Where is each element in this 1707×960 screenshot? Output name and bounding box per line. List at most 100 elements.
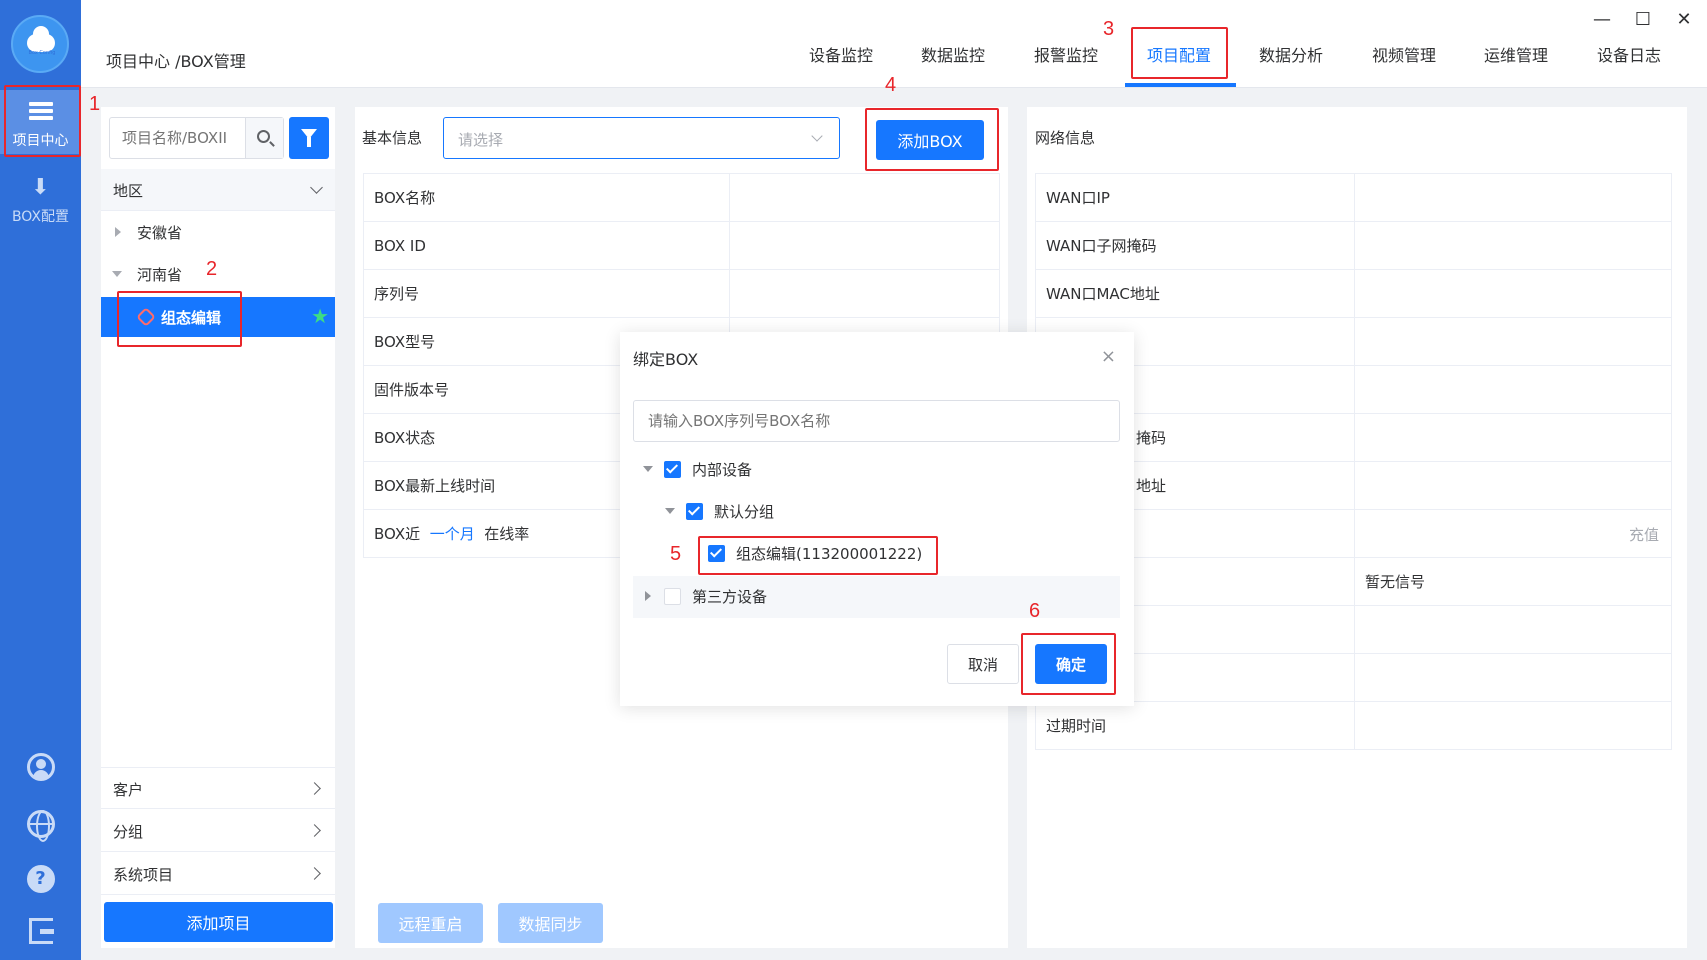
field-label: WAN口IP [1035, 173, 1355, 222]
add-project-button[interactable]: 添加项目 [104, 902, 333, 942]
tab-project-config[interactable]: 项目配置 [1147, 42, 1211, 66]
project-search-box [109, 117, 284, 159]
field-label: 过期时间 [1035, 701, 1355, 750]
field-label: 序列号 [363, 269, 730, 318]
checkbox-unchecked[interactable] [664, 588, 681, 605]
bind-box-dialog: 绑定BOX × 内部设备 默认分组 组态编辑(113200001222) 第三方… [620, 332, 1134, 706]
tree-item-henan[interactable]: 河南省 [101, 254, 335, 294]
field-value [729, 173, 1000, 222]
system-project-accordion[interactable]: 系统项目 [101, 853, 335, 895]
tree-node-default-group[interactable]: 默认分组 [633, 491, 1120, 533]
search-button[interactable] [245, 118, 283, 158]
caret-down-icon [643, 466, 653, 472]
box-select[interactable]: 请选择 [443, 117, 840, 159]
user-button[interactable] [0, 753, 81, 785]
tab-data-monitor[interactable]: 数据监控 [921, 42, 985, 66]
field-value [1354, 317, 1672, 366]
rail-item-box-config[interactable]: ⬇ BOX配置 [0, 176, 81, 236]
breadcrumb: 项目中心 /BOX管理 [106, 52, 246, 71]
remote-restart-button[interactable]: 远程重启 [378, 903, 483, 943]
close-icon[interactable]: ✕ [1672, 8, 1696, 32]
field-value [1354, 413, 1672, 462]
tree-item-project-selected[interactable]: 组态编辑 ★ [101, 297, 335, 337]
tree-node-third-party[interactable]: 第三方设备 [633, 576, 1120, 618]
basic-info-label: 基本信息 [362, 129, 423, 147]
filter-button[interactable] [289, 117, 329, 159]
dialog-title: 绑定BOX [633, 350, 699, 369]
field-label: BOX名称 [363, 173, 730, 222]
field-value [1354, 701, 1672, 750]
app-window: Box Config 项目中心 ⬇ BOX配置 ? 项目中心 /BOX管理 设备… [0, 0, 1707, 960]
globe-icon [26, 810, 55, 842]
section-label: 分组 [113, 823, 144, 841]
tab-device-monitor[interactable]: 设备监控 [809, 42, 873, 66]
tab-device-log[interactable]: 设备日志 [1597, 42, 1661, 66]
network-info-label: 网络信息 [1035, 129, 1096, 147]
cancel-button[interactable]: 取消 [947, 644, 1019, 684]
checkbox-checked[interactable] [664, 461, 681, 478]
maximize-icon[interactable]: ☐ [1631, 8, 1655, 32]
field-label: WAN口子网掩码 [1035, 221, 1355, 270]
rail-item-label: BOX配置 [11, 209, 70, 225]
tree-item-label: 组态编辑 [161, 309, 222, 327]
field-value [729, 221, 1000, 270]
minimize-icon[interactable]: — [1590, 8, 1614, 32]
help-button[interactable]: ? [0, 865, 81, 893]
add-box-button[interactable]: 添加BOX [876, 120, 984, 160]
checkbox-checked[interactable] [708, 545, 725, 562]
logo-text: Box Config [28, 50, 56, 56]
tab-ops-manage[interactable]: 运维管理 [1484, 42, 1548, 66]
tab-video-manage[interactable]: 视频管理 [1372, 42, 1436, 66]
field-value [1354, 173, 1672, 222]
online-rate-period-link[interactable]: 一个月 [430, 525, 475, 543]
signal-value: 暂无信号 [1354, 557, 1672, 606]
download-icon: ⬇ [31, 175, 50, 200]
annotation-number: 3 [1103, 18, 1115, 40]
tab-alarm-monitor[interactable]: 报警监控 [1034, 42, 1098, 66]
dialog-search-box [633, 400, 1120, 442]
group-accordion[interactable]: 分组 [101, 810, 335, 852]
table-row: 序列号 [363, 269, 1000, 318]
select-placeholder: 请选择 [458, 131, 504, 149]
online-rate-prefix: BOX近 [374, 525, 421, 543]
exit-icon [28, 918, 54, 944]
annotation-number: 2 [206, 258, 218, 280]
tree-node-box-item[interactable]: 组态编辑(113200001222) [633, 533, 1120, 575]
online-rate-suffix: 在线率 [484, 525, 530, 543]
tree-node-label: 第三方设备 [692, 588, 768, 606]
tree-item-anhui[interactable]: 安徽省 [101, 212, 335, 252]
field-value: 充值 [1354, 509, 1672, 558]
tree-node-label: 内部设备 [692, 461, 753, 479]
rail-item-label: 项目中心 [12, 133, 69, 149]
section-label: 客户 [113, 781, 144, 799]
help-icon: ? [26, 865, 55, 893]
caret-down-icon [665, 508, 675, 514]
customer-accordion[interactable]: 客户 [101, 767, 335, 809]
exit-button[interactable] [0, 918, 81, 948]
field-value [1354, 221, 1672, 270]
project-search-input[interactable] [110, 118, 246, 158]
field-label: WAN口MAC地址 [1035, 269, 1355, 318]
section-label: 系统项目 [113, 866, 174, 884]
box-search-input[interactable] [634, 401, 1119, 441]
star-icon[interactable]: ★ [311, 304, 329, 328]
recharge-link[interactable]: 充值 [1629, 524, 1659, 545]
region-accordion[interactable]: 地区 [101, 169, 335, 211]
data-sync-button[interactable]: 数据同步 [498, 903, 603, 943]
language-button[interactable] [0, 810, 81, 842]
chevron-down-icon [310, 181, 323, 194]
tree-item-label: 河南省 [137, 266, 183, 284]
user-icon [26, 753, 55, 781]
active-tab-indicator [1125, 83, 1236, 87]
tree-node-internal-devices[interactable]: 内部设备 [633, 449, 1120, 491]
search-icon [257, 130, 270, 143]
rail-item-project-center[interactable]: 项目中心 [0, 90, 81, 154]
field-value [1354, 365, 1672, 414]
annotation-number: 4 [885, 74, 897, 96]
tab-data-analysis[interactable]: 数据分析 [1259, 42, 1323, 66]
region-label: 地区 [113, 182, 144, 200]
checkbox-checked[interactable] [686, 503, 703, 520]
table-row: BOX ID [363, 221, 1000, 270]
confirm-button[interactable]: 确定 [1035, 644, 1107, 684]
close-icon[interactable]: × [1101, 346, 1116, 367]
